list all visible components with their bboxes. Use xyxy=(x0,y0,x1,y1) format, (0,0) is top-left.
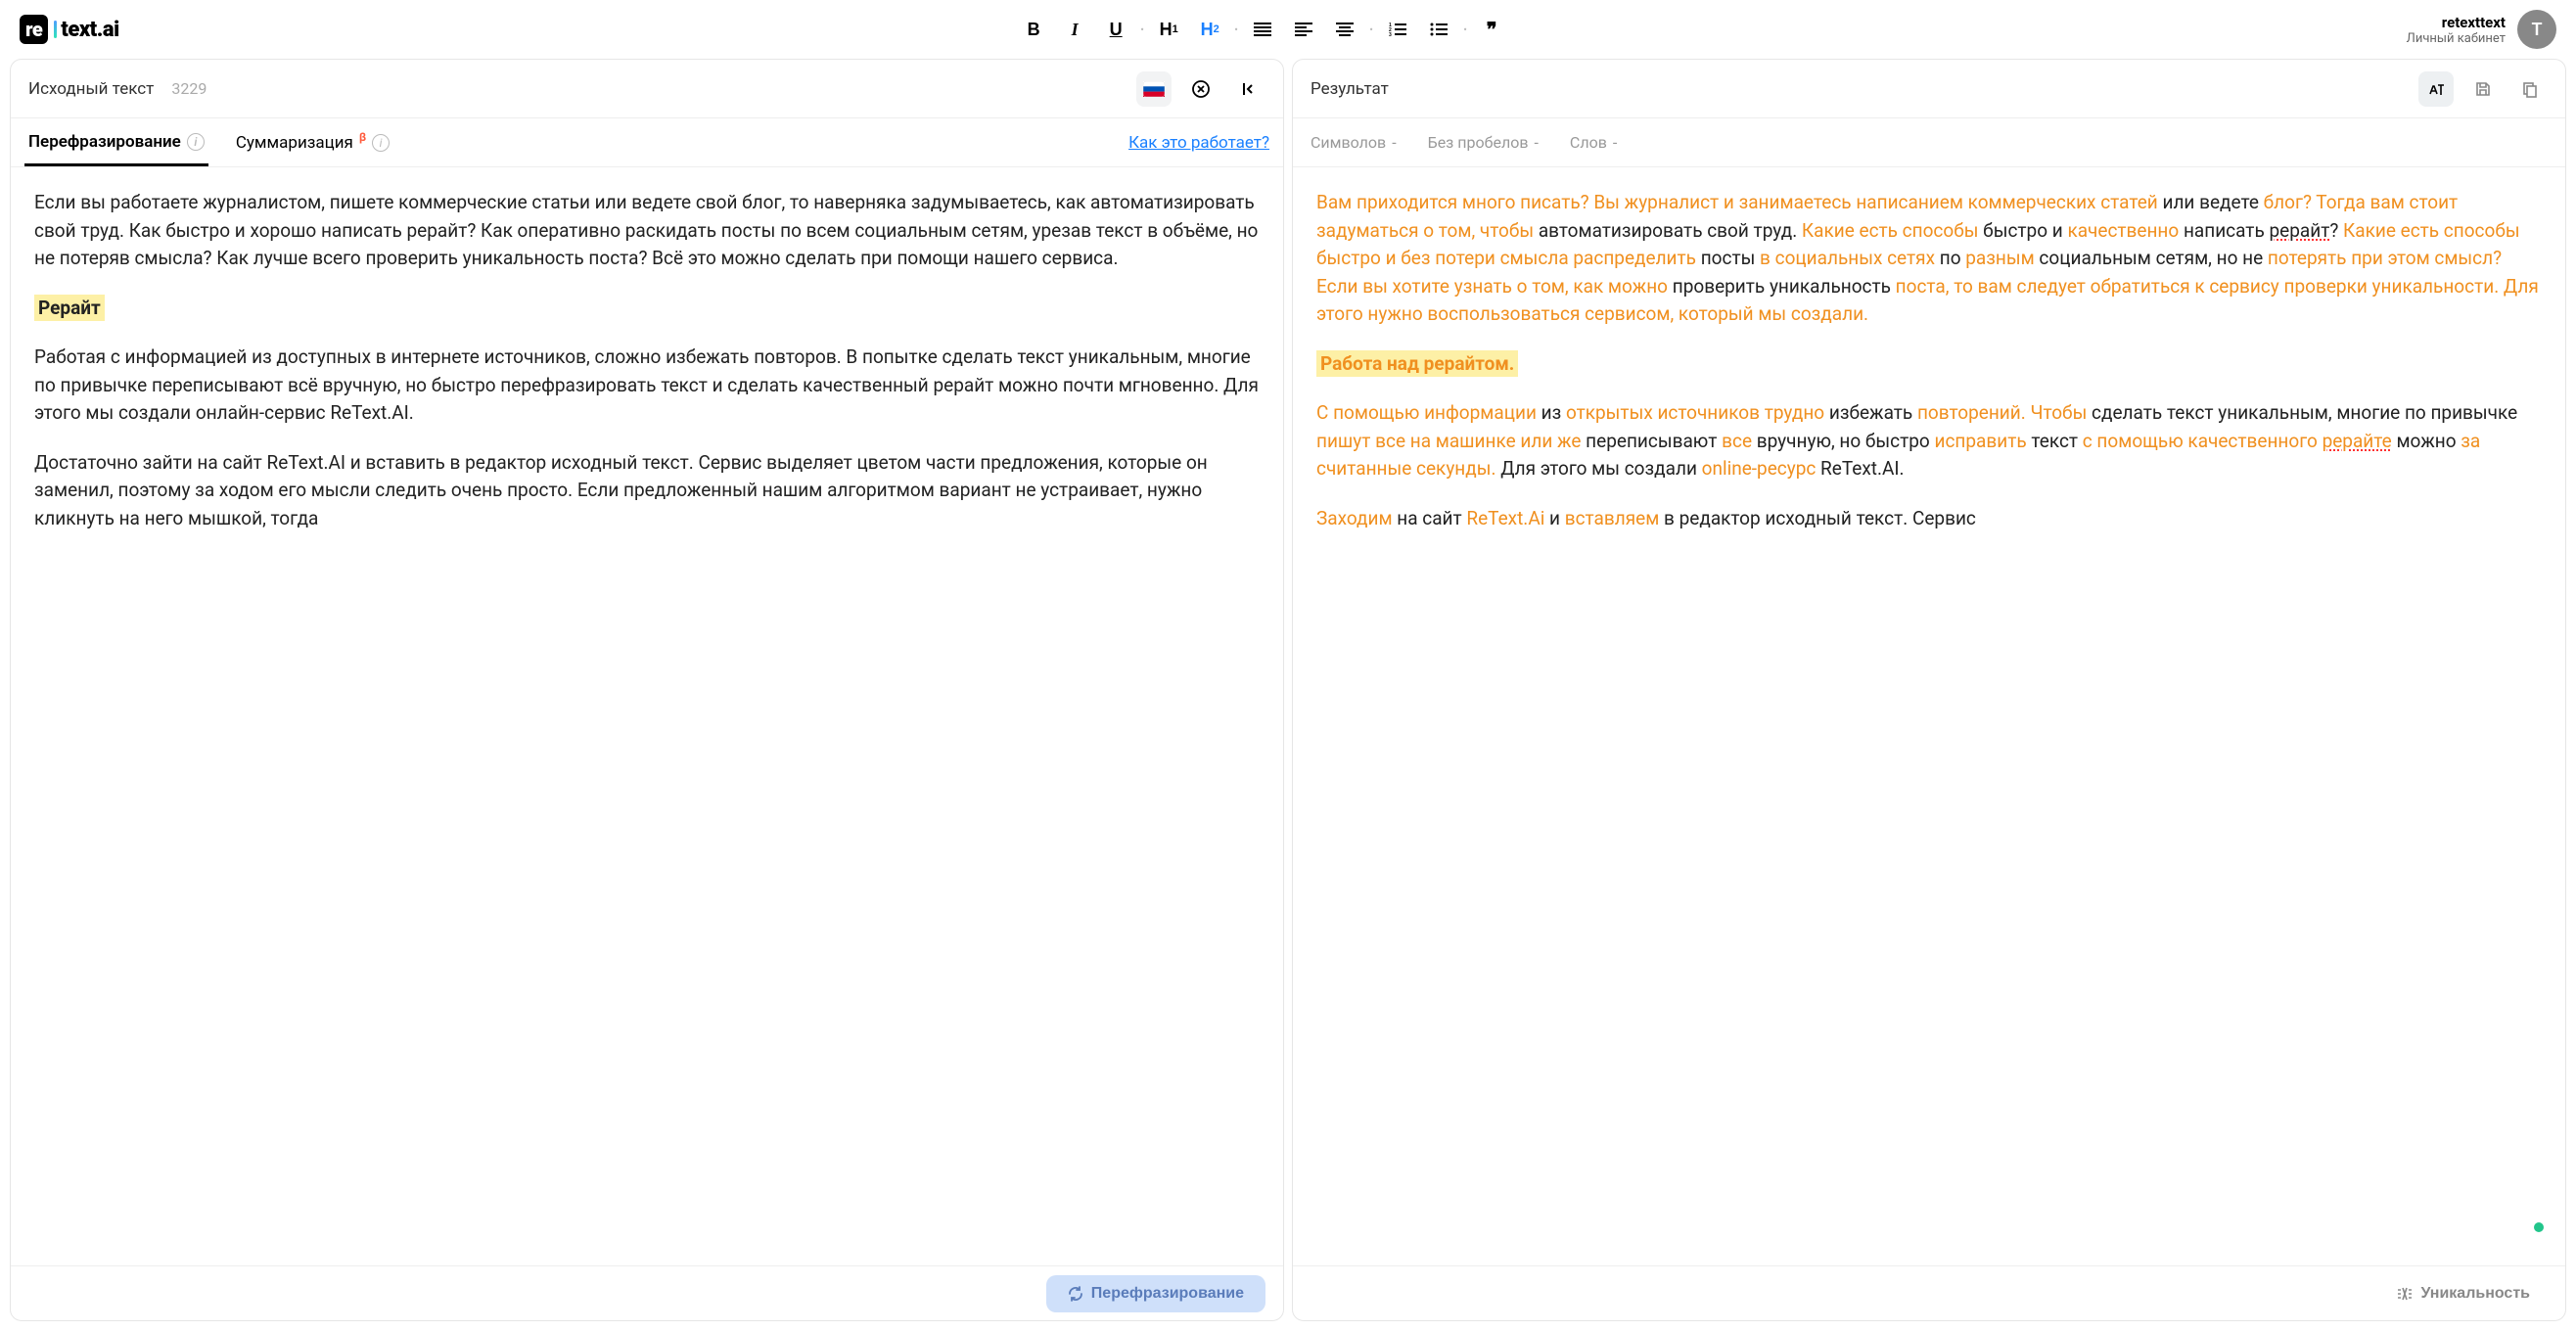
highlight-icon xyxy=(2427,80,2445,98)
button-label: Перефразирование xyxy=(1091,1285,1244,1303)
h1-button[interactable]: H1 xyxy=(1151,12,1186,47)
save-button[interactable] xyxy=(2465,71,2501,107)
user-name: retexttext xyxy=(2407,14,2506,31)
result-paragraph: Вам приходится много писать? Вы журналис… xyxy=(1316,189,2542,329)
highlight-toggle-button[interactable] xyxy=(2418,71,2454,107)
ordered-list-button[interactable]: 123 xyxy=(1380,12,1415,47)
copy-icon xyxy=(2521,80,2539,98)
svg-text:3: 3 xyxy=(1389,32,1392,36)
underline-button[interactable]: U xyxy=(1098,12,1133,47)
top-bar: re text.ai B I U • H1 H2 • • 123 • ❞ ret… xyxy=(0,0,2576,59)
align-left-button[interactable] xyxy=(1286,12,1321,47)
align-center-button[interactable] xyxy=(1327,12,1362,47)
button-label: Уникальность xyxy=(2420,1285,2530,1303)
result-panel: Результат Символов- Без пробелов- Слов- … xyxy=(1292,59,2566,1321)
result-paragraph: Заходим на сайт ReText.Ai и вставляем в … xyxy=(1316,505,2542,533)
stat-value: - xyxy=(1534,133,1538,152)
logo[interactable]: re text.ai xyxy=(20,15,119,44)
bold-button[interactable]: B xyxy=(1016,12,1051,47)
tab-label: Перефразирование xyxy=(28,132,181,152)
result-editor[interactable]: Вам приходится много писать? Вы журналис… xyxy=(1293,167,2565,1265)
bullet-list-button[interactable] xyxy=(1421,12,1456,47)
source-title: Исходный текст xyxy=(28,79,154,99)
language-flag-button[interactable] xyxy=(1136,71,1172,107)
clear-icon xyxy=(1191,79,1211,99)
source-heading: Рерайт xyxy=(34,295,105,321)
logo-text: text.ai xyxy=(61,18,118,42)
user-sublabel: Личный кабинет xyxy=(2407,31,2506,46)
uniqueness-icon xyxy=(2397,1287,2413,1301)
status-indicator-icon xyxy=(2534,1222,2544,1232)
avatar[interactable]: T xyxy=(2517,10,2556,49)
how-it-works-link[interactable]: Как это работает? xyxy=(1128,133,1269,153)
result-footer: Уникальность xyxy=(1293,1265,2565,1320)
tab-paraphrase[interactable]: Перефразирование i xyxy=(24,120,208,166)
result-heading: Работа над рерайтом. xyxy=(1316,350,1518,377)
stat-label: Слов xyxy=(1570,133,1607,152)
source-paragraph: Если вы работаете журналистом, пишете ко… xyxy=(34,189,1260,273)
mode-tabs: Перефразирование i Суммаризация β i Как э… xyxy=(11,118,1283,167)
align-justify-button[interactable] xyxy=(1245,12,1280,47)
source-panel: Исходный текст 3229 Перефразирование i xyxy=(10,59,1284,1321)
info-icon[interactable]: i xyxy=(187,133,205,151)
result-stats: Символов- Без пробелов- Слов- xyxy=(1293,118,2565,167)
italic-button[interactable]: I xyxy=(1057,12,1092,47)
toolbar-separator: • xyxy=(1368,12,1374,47)
stat-value: - xyxy=(1392,133,1396,152)
stat-label: Без пробелов xyxy=(1428,133,1529,152)
toolbar-separator: • xyxy=(1462,12,1468,47)
info-icon[interactable]: i xyxy=(372,134,390,152)
logo-bar-icon xyxy=(54,21,57,38)
h2-button[interactable]: H2 xyxy=(1192,12,1227,47)
toolbar-separator: • xyxy=(1139,12,1145,47)
result-title: Результат xyxy=(1311,79,1389,99)
source-paragraph: Работая с информацией из доступных в инт… xyxy=(34,344,1260,428)
source-header: Исходный текст 3229 xyxy=(11,60,1283,118)
tab-summary[interactable]: Суммаризация β i xyxy=(232,121,393,164)
paraphrase-button[interactable]: Перефразирование xyxy=(1046,1275,1265,1312)
logo-badge: re xyxy=(20,15,48,44)
toolbar-separator: • xyxy=(1233,12,1239,47)
char-count: 3229 xyxy=(171,79,207,98)
copy-button[interactable] xyxy=(2512,71,2548,107)
stat-label: Символов xyxy=(1311,133,1386,152)
result-paragraph: С помощью информации из открытых источни… xyxy=(1316,399,2542,483)
save-icon xyxy=(2474,80,2492,98)
collapse-button[interactable] xyxy=(1230,71,1265,107)
uniqueness-button[interactable]: Уникальность xyxy=(2379,1275,2548,1312)
source-editor[interactable]: Если вы работаете журналистом, пишете ко… xyxy=(11,167,1283,1265)
russia-flag-icon xyxy=(1143,81,1165,97)
format-toolbar: B I U • H1 H2 • • 123 • ❞ xyxy=(119,12,2407,47)
user-area[interactable]: retexttext Личный кабинет T xyxy=(2407,10,2556,49)
refresh-icon xyxy=(1068,1286,1083,1302)
quote-button[interactable]: ❞ xyxy=(1474,12,1509,47)
result-header: Результат xyxy=(1293,60,2565,118)
clear-button[interactable] xyxy=(1183,71,1219,107)
tab-label: Суммаризация xyxy=(236,133,353,153)
beta-badge: β xyxy=(359,130,366,144)
collapse-icon xyxy=(1239,80,1257,98)
source-footer: Перефразирование xyxy=(11,1265,1283,1320)
workspace: Исходный текст 3229 Перефразирование i xyxy=(0,59,2576,1331)
source-paragraph: Достаточно зайти на сайт ReText.AI и вст… xyxy=(34,449,1260,533)
stat-value: - xyxy=(1613,133,1617,152)
